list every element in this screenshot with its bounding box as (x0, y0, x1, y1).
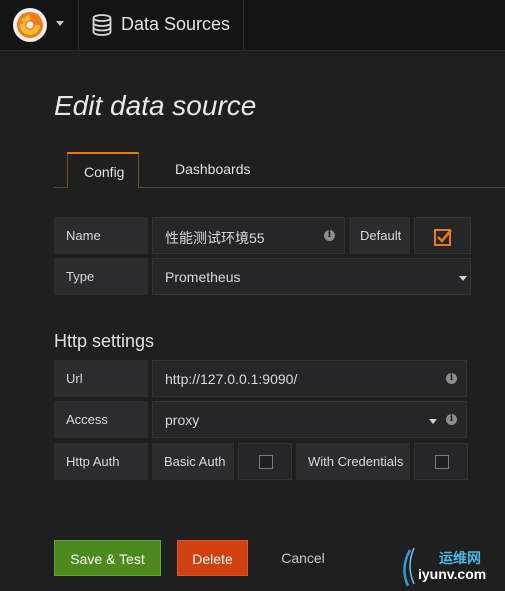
caret-down-icon (429, 419, 437, 424)
type-select[interactable]: Prometheus (152, 258, 471, 295)
breadcrumb-label: Data Sources (121, 14, 231, 34)
breadcrumb[interactable]: Data Sources (79, 0, 244, 50)
info-icon[interactable]: i (446, 414, 457, 425)
default-label-text: Default (360, 228, 402, 243)
url-value: http://127.0.0.1:9090/ (165, 371, 298, 387)
caret-down-icon (459, 276, 467, 281)
http-auth-label: Http Auth (54, 443, 148, 480)
page-title: Edit data source (54, 90, 257, 121)
name-label: Name (54, 217, 148, 254)
default-checkbox[interactable] (414, 217, 471, 254)
type-label-text: Type (66, 269, 95, 284)
type-label: Type (54, 258, 148, 295)
name-label-text: Name (66, 228, 101, 243)
save-test-button[interactable]: Save & Test (54, 540, 161, 576)
http-auth-label-text: Http Auth (66, 454, 120, 469)
delete-button[interactable]: Delete (177, 540, 248, 576)
type-value: Prometheus (165, 269, 241, 285)
access-label: Access (54, 401, 148, 438)
checkbox-icon (435, 455, 449, 469)
basic-auth-label-text: Basic Auth (164, 454, 226, 469)
database-icon (92, 14, 112, 36)
access-select[interactable]: proxy i (152, 401, 467, 438)
http-settings-title: Http settings (54, 331, 155, 351)
basic-auth-label: Basic Auth (152, 443, 234, 480)
watermark-text-cn: 运维网 (439, 550, 481, 566)
grafana-logo-icon (13, 8, 47, 42)
side-menu-toggle[interactable] (0, 0, 79, 50)
info-icon[interactable]: i (324, 230, 335, 241)
tab-dashboards[interactable]: Dashboards (162, 152, 266, 186)
checkbox-icon (259, 455, 273, 469)
name-value: 性能测试环境55 (165, 230, 265, 246)
chevron-down-icon (56, 21, 64, 26)
tab-config[interactable]: Config (67, 152, 139, 188)
tab-config-label: Config (84, 164, 125, 180)
top-navbar: Data Sources (0, 0, 505, 51)
basic-auth-checkbox[interactable] (238, 443, 292, 480)
tab-dashboards-label: Dashboards (175, 161, 251, 177)
with-credentials-checkbox[interactable] (414, 443, 468, 480)
url-label-text: Url (66, 371, 83, 386)
cancel-link[interactable]: Cancel (268, 540, 338, 576)
default-label: Default (349, 217, 410, 254)
name-field[interactable]: 性能测试环境55 i (152, 217, 345, 254)
checkbox-checked-icon (434, 229, 452, 246)
with-credentials-label: With Credentials (296, 443, 410, 480)
with-credentials-label-text: With Credentials (308, 454, 404, 469)
watermark-text-site: iyunv.com (418, 566, 487, 582)
url-field[interactable]: http://127.0.0.1:9090/ i (152, 360, 467, 397)
url-label: Url (54, 360, 148, 397)
info-icon[interactable]: i (446, 373, 457, 384)
access-label-text: Access (66, 412, 108, 427)
access-value: proxy (165, 412, 200, 428)
